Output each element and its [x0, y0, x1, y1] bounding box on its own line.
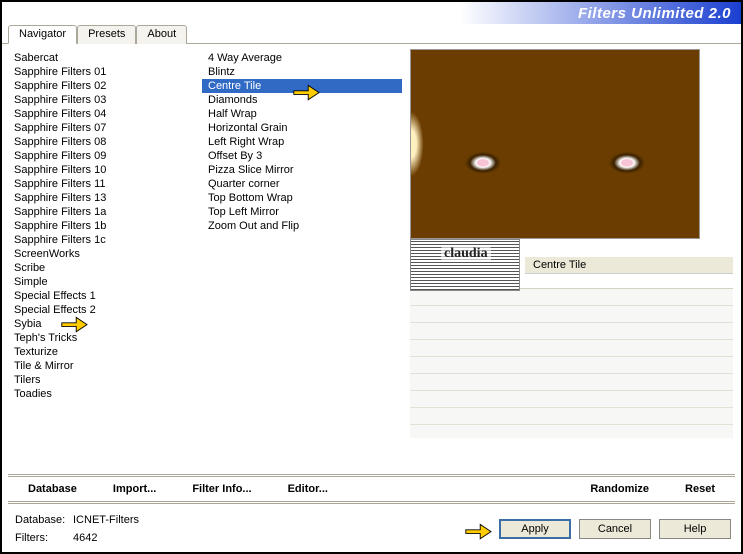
tab-presets[interactable]: Presets [77, 25, 136, 44]
params-box [410, 288, 733, 438]
tab-about[interactable]: About [136, 25, 187, 44]
list-item[interactable]: Sapphire Filters 11 [8, 177, 202, 191]
bottom-bar: Database: ICNET-Filters Filters: 4642 Ap… [2, 504, 741, 554]
tab-navigator[interactable]: Navigator [8, 25, 77, 44]
app-title: Filters Unlimited 2.0 [578, 5, 731, 22]
list-item[interactable]: Sapphire Filters 02 [8, 79, 202, 93]
list-item[interactable]: Teph's Tricks [8, 331, 202, 345]
list-item[interactable]: Special Effects 2 [8, 303, 202, 317]
list-item[interactable]: Sabercat [8, 51, 202, 65]
list-item[interactable]: 4 Way Average [202, 51, 402, 65]
list-item[interactable]: Centre Tile [202, 79, 402, 93]
category-column: SabercatSapphire Filters 01Sapphire Filt… [2, 44, 202, 474]
list-item[interactable]: Sapphire Filters 1c [8, 233, 202, 247]
list-item[interactable]: Simple [8, 275, 202, 289]
list-item[interactable]: Half Wrap [202, 107, 402, 121]
list-item[interactable]: Special Effects 1 [8, 289, 202, 303]
tabs: NavigatorPresetsAbout [2, 24, 741, 44]
watermark [410, 239, 520, 291]
list-item[interactable]: Quarter corner [202, 177, 402, 191]
list-item[interactable]: Zoom Out and Flip [202, 219, 402, 233]
list-item[interactable]: Sybia [8, 317, 202, 331]
param-row [410, 289, 733, 306]
status-filters-label: Filters: [14, 530, 70, 546]
list-item[interactable]: Scribe [8, 261, 202, 275]
filter-info-button[interactable]: Filter Info... [182, 481, 261, 497]
status-filters-value: 4642 [72, 530, 140, 546]
database-button[interactable]: Database [18, 481, 87, 497]
category-list[interactable]: SabercatSapphire Filters 01Sapphire Filt… [8, 49, 202, 469]
list-item[interactable]: Sapphire Filters 08 [8, 135, 202, 149]
list-item[interactable]: Top Bottom Wrap [202, 191, 402, 205]
status-db-value: ICNET-Filters [72, 512, 140, 528]
param-row [410, 408, 733, 425]
randomize-button[interactable]: Randomize [580, 481, 659, 497]
list-item[interactable]: Sapphire Filters 07 [8, 121, 202, 135]
param-row [410, 374, 733, 391]
editor-button[interactable]: Editor... [278, 481, 338, 497]
list-item[interactable]: Texturize [8, 345, 202, 359]
list-item[interactable]: Sapphire Filters 09 [8, 149, 202, 163]
param-row [410, 323, 733, 340]
apply-button[interactable]: Apply [499, 519, 571, 539]
list-item[interactable]: Top Left Mirror [202, 205, 402, 219]
status-db-label: Database: [14, 512, 70, 528]
list-item[interactable]: Sapphire Filters 01 [8, 65, 202, 79]
param-row [410, 306, 733, 323]
preview-image [410, 49, 700, 239]
title-bar: Filters Unlimited 2.0 [2, 2, 741, 24]
list-item[interactable]: Diamonds [202, 93, 402, 107]
help-button[interactable]: Help [659, 519, 731, 539]
cancel-button[interactable]: Cancel [579, 519, 651, 539]
toolbar: Database Import... Filter Info... Editor… [8, 474, 735, 504]
list-item[interactable]: Pizza Slice Mirror [202, 163, 402, 177]
list-item[interactable]: Sapphire Filters 13 [8, 191, 202, 205]
filter-column: 4 Way AverageBlintzCentre TileDiamondsHa… [202, 44, 402, 474]
list-item[interactable]: Sapphire Filters 1b [8, 219, 202, 233]
list-item[interactable]: Sapphire Filters 1a [8, 205, 202, 219]
param-row [410, 357, 733, 374]
list-item[interactable]: Blintz [202, 65, 402, 79]
reset-button[interactable]: Reset [675, 481, 725, 497]
list-item[interactable]: Left Right Wrap [202, 135, 402, 149]
list-item[interactable]: Sapphire Filters 10 [8, 163, 202, 177]
status-area: Database: ICNET-Filters Filters: 4642 [12, 510, 142, 548]
list-item[interactable]: Sapphire Filters 03 [8, 93, 202, 107]
current-filter-label: Centre Tile [525, 257, 733, 274]
import-button[interactable]: Import... [103, 481, 166, 497]
list-item[interactable]: Sapphire Filters 04 [8, 107, 202, 121]
list-item[interactable]: Offset By 3 [202, 149, 402, 163]
main-area: SabercatSapphire Filters 01Sapphire Filt… [2, 44, 741, 474]
list-item[interactable]: Tile & Mirror [8, 359, 202, 373]
filter-list[interactable]: 4 Way AverageBlintzCentre TileDiamondsHa… [202, 49, 402, 469]
param-row [410, 391, 733, 408]
param-row [410, 340, 733, 357]
list-item[interactable]: Toadies [8, 387, 202, 401]
preview-column: Centre Tile [402, 44, 741, 474]
list-item[interactable]: Tilers [8, 373, 202, 387]
list-item[interactable]: ScreenWorks [8, 247, 202, 261]
list-item[interactable]: Horizontal Grain [202, 121, 402, 135]
